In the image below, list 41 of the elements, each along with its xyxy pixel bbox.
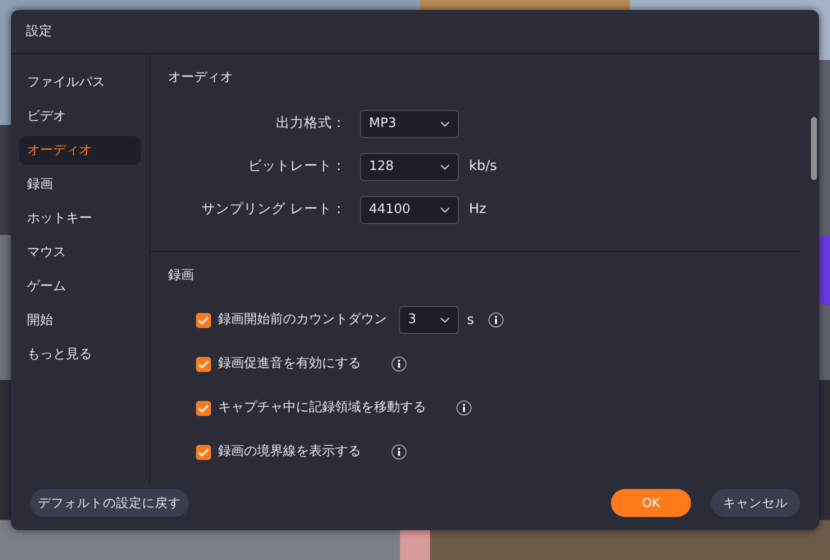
sidebar-item[interactable]: もっと見る bbox=[19, 340, 141, 369]
cancel-button[interactable]: キャンセル bbox=[711, 489, 800, 517]
section-title: 録画 bbox=[168, 266, 195, 284]
checkbox-label: 録画の境界線を表示する bbox=[218, 443, 361, 462]
dropdown[interactable]: 3 bbox=[399, 306, 459, 334]
unit-label: Hz bbox=[469, 200, 486, 220]
reset-button[interactable]: デフォルトの設定に戻す bbox=[30, 489, 189, 517]
checkbox[interactable] bbox=[196, 356, 211, 372]
info-icon[interactable] bbox=[456, 400, 472, 416]
dialog-title: 設定 bbox=[26, 22, 52, 41]
info-icon[interactable] bbox=[488, 312, 504, 328]
info-icon[interactable] bbox=[391, 356, 407, 372]
sidebar-item[interactable]: ファイルパス bbox=[19, 68, 141, 97]
checkbox-label: キャプチャ中に記録領域を移動する bbox=[218, 399, 426, 418]
checkbox[interactable] bbox=[196, 400, 211, 416]
chevron-icon bbox=[440, 317, 450, 323]
field-label: 出力格式： bbox=[275, 114, 347, 134]
dropdown[interactable]: 128 bbox=[360, 152, 459, 180]
unit-label: s bbox=[467, 310, 474, 330]
sidebar-item[interactable]: オーディオ bbox=[19, 136, 141, 165]
sidebar-item[interactable]: マウス bbox=[19, 238, 141, 267]
section-title: オーディオ bbox=[168, 69, 234, 87]
field-label: ビットレート： bbox=[247, 157, 347, 176]
checkbox[interactable] bbox=[196, 312, 211, 328]
sidebar-item[interactable]: 開始 bbox=[19, 306, 141, 335]
checkbox-label: 録画促進音を有効にする bbox=[218, 355, 361, 374]
scrollbar-thumb[interactable] bbox=[811, 117, 817, 180]
info-icon[interactable] bbox=[391, 444, 407, 460]
sidebar-item[interactable]: ホットキー bbox=[19, 204, 141, 233]
unit-label: kb/s bbox=[469, 157, 497, 176]
sidebar-item[interactable]: ゲーム bbox=[19, 272, 141, 301]
field-label: サンプリング レート： bbox=[200, 200, 347, 220]
checkbox[interactable] bbox=[196, 444, 211, 460]
sidebar-item[interactable]: 録画 bbox=[19, 170, 141, 199]
dropdown[interactable]: 44100 bbox=[360, 196, 459, 224]
sidebar-item[interactable]: ビデオ bbox=[19, 102, 141, 131]
dropdown[interactable]: MP3 bbox=[360, 110, 459, 138]
checkbox-label: 録画開始前のカウントダウン bbox=[218, 311, 387, 330]
chevron-icon bbox=[440, 120, 450, 126]
chevron-icon bbox=[440, 206, 450, 212]
chevron-icon bbox=[440, 164, 450, 170]
